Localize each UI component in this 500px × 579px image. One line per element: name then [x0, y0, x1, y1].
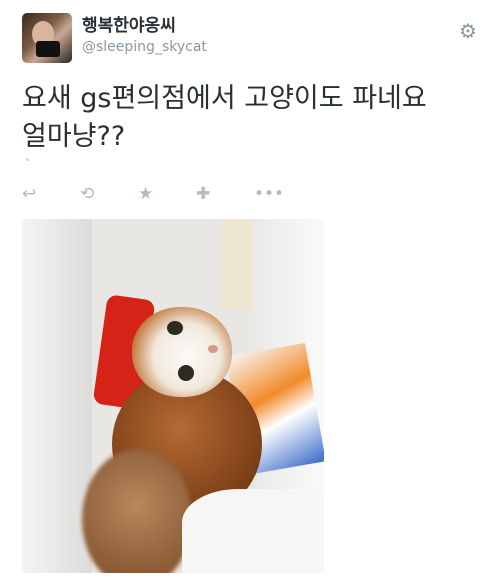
tweet-actions: ↩ ⟲ ★ ✚ •••	[22, 183, 312, 205]
user-names: 행복한야옹씨 @sleeping_skycat	[82, 15, 207, 57]
avatar[interactable]	[22, 13, 72, 63]
username-handle[interactable]: @sleeping_skycat	[82, 37, 207, 57]
photo-cat-nose	[208, 345, 218, 353]
reply-icon[interactable]: ↩	[22, 183, 80, 205]
star-icon[interactable]: ★	[138, 183, 196, 205]
timestamp-dot	[26, 158, 29, 161]
avatar-camera	[36, 41, 60, 57]
tweet-header: 행복한야옹씨 @sleeping_skycat ⚙	[22, 13, 482, 65]
follow-icon[interactable]: ✚	[196, 183, 254, 205]
tweet-text: 요새 gs편의점에서 고양이도 파네요 얼마냥??	[22, 80, 492, 156]
photo-cat-eye	[167, 321, 183, 335]
tweet-text-line-1: 요새 gs편의점에서 고양이도 파네요	[22, 83, 427, 114]
photo-cat-head	[132, 307, 232, 397]
photo-cat-eye	[178, 365, 194, 381]
retweet-icon[interactable]: ⟲	[80, 183, 138, 205]
gear-icon[interactable]: ⚙	[458, 21, 478, 41]
more-icon[interactable]: •••	[254, 183, 312, 205]
photo-bag-foreground	[182, 489, 324, 573]
tweet-text-line-2: 얼마냥??	[22, 121, 126, 152]
tweet-photo[interactable]	[22, 219, 324, 573]
display-name[interactable]: 행복한야옹씨	[82, 15, 207, 37]
